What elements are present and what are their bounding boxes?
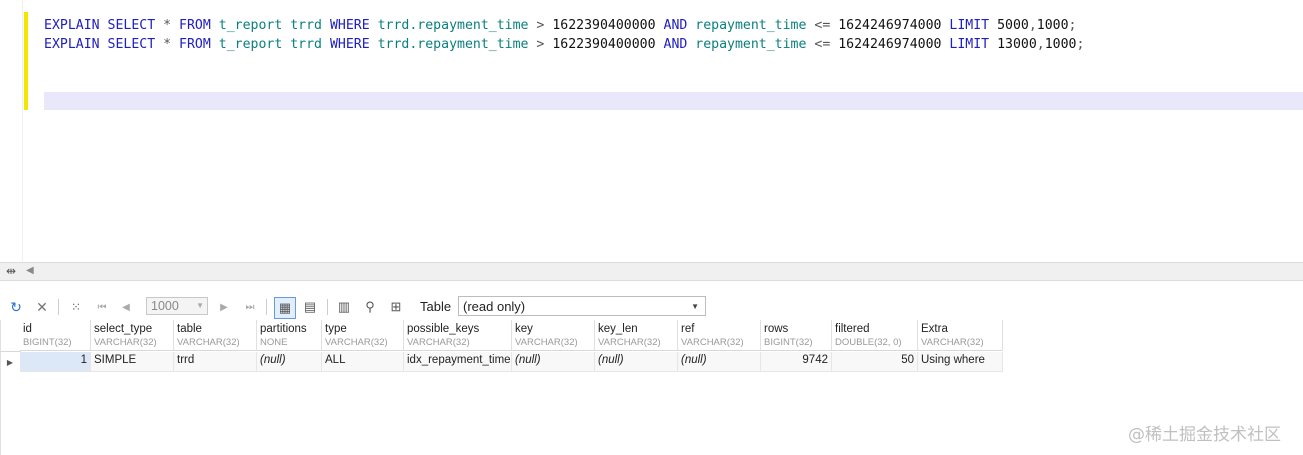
table-cell[interactable]: (null) xyxy=(512,352,595,372)
table-cell[interactable]: trrd xyxy=(174,352,257,372)
toolbar-divider xyxy=(58,299,59,315)
table-cell[interactable]: 1 xyxy=(20,352,91,372)
column-header[interactable]: possible_keys VARCHAR(32) xyxy=(404,320,512,351)
table-cell[interactable]: (null) xyxy=(678,352,761,372)
current-row-indicator-icon[interactable]: ▶ xyxy=(0,352,20,372)
column-header[interactable]: filtered DOUBLE(32, 0) xyxy=(832,320,918,351)
table-cell[interactable]: Using where xyxy=(918,352,1003,372)
splitter-icon[interactable]: ⇹ xyxy=(6,264,16,278)
modified-lines-marker xyxy=(24,12,28,110)
toolbar-divider xyxy=(266,299,267,315)
scroll-left-icon[interactable]: ◀ xyxy=(26,265,34,276)
editor-gutter xyxy=(0,0,23,262)
table-cell[interactable]: idx_repayment_time xyxy=(404,352,512,372)
column-header[interactable]: type VARCHAR(32) xyxy=(322,320,404,351)
form-view-icon[interactable]: ▤ xyxy=(300,297,320,317)
table-cell[interactable]: (null) xyxy=(257,352,322,372)
watermark: @稀土掘金技术社区 xyxy=(1128,425,1281,445)
column-header[interactable]: key_len VARCHAR(32) xyxy=(595,320,678,351)
column-header[interactable]: ref VARCHAR(32) xyxy=(678,320,761,351)
result-toolbar: ↻ ✕ ⁙ ⏮ ◀ 1000 ▼ ▶ ⏭ ▦ ▤ ▥ ⚲ ⊞ Table (rea… xyxy=(0,294,1303,320)
toolbar-divider xyxy=(327,299,328,315)
table-cell[interactable]: 50 xyxy=(832,352,918,372)
grid-options-icon[interactable]: ⁙ xyxy=(66,297,86,317)
sql-editor[interactable]: EXPLAIN SELECT * FROM t_report trrd WHER… xyxy=(0,0,1303,262)
grid-view-icon[interactable]: ▦ xyxy=(274,297,296,319)
code-line: EXPLAIN SELECT * FROM t_report trrd WHER… xyxy=(44,18,1077,33)
next-page-icon[interactable]: ▶ xyxy=(214,297,234,317)
code-line: EXPLAIN SELECT * FROM t_report trrd WHER… xyxy=(44,37,1085,52)
table-cell[interactable]: ALL xyxy=(322,352,404,372)
table-cell[interactable]: 9742 xyxy=(761,352,832,372)
export-icon[interactable]: ⊞ xyxy=(386,297,406,317)
column-header[interactable]: select_type VARCHAR(32) xyxy=(91,320,174,351)
horizontal-scrollbar[interactable]: ⇹ ◀ xyxy=(0,262,1303,281)
column-header[interactable]: id BIGINT(32) xyxy=(20,320,91,351)
column-header[interactable]: rows BIGINT(32) xyxy=(761,320,832,351)
chevron-down-icon: ▼ xyxy=(196,301,204,310)
last-page-icon[interactable]: ⏭ xyxy=(240,297,260,317)
column-header[interactable]: key VARCHAR(32) xyxy=(512,320,595,351)
view-mode-label: Table xyxy=(420,299,452,314)
previous-page-icon[interactable]: ◀ xyxy=(116,297,136,317)
chevron-down-icon: ▼ xyxy=(691,302,699,311)
table-cell[interactable]: SIMPLE xyxy=(91,352,174,372)
column-header[interactable]: table VARCHAR(32) xyxy=(174,320,257,351)
first-record-icon[interactable]: ⏮ xyxy=(92,297,112,317)
filter-icon[interactable]: ⚲ xyxy=(360,297,380,317)
view-mode-select[interactable]: (read only) ▼ xyxy=(458,296,706,316)
row-limit-input[interactable]: 1000 ▼ xyxy=(146,297,208,315)
current-line-highlight xyxy=(44,92,1303,110)
sql-code[interactable]: EXPLAIN SELECT * FROM t_report trrd WHER… xyxy=(44,16,1084,54)
row-header-corner xyxy=(0,320,21,352)
table-cell[interactable]: (null) xyxy=(595,352,678,372)
cancel-icon[interactable]: ✕ xyxy=(32,297,52,317)
column-header[interactable]: partitions NONE xyxy=(257,320,322,351)
columns-icon[interactable]: ▥ xyxy=(334,297,354,317)
refresh-icon[interactable]: ↻ xyxy=(6,297,26,317)
column-header[interactable]: Extra VARCHAR(32) xyxy=(918,320,1003,351)
